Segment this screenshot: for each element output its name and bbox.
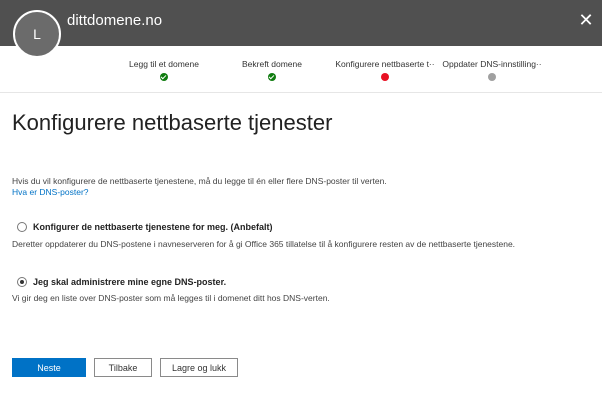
step-label: Konfigurere nettbaserte t··	[335, 59, 435, 69]
option-description: Deretter oppdaterer du DNS-postene i nav…	[12, 239, 516, 249]
intro-text: Hvis du vil konfigurere de nettbaserte t…	[12, 176, 387, 186]
option-description: Vi gir deg en liste over DNS-poster som …	[12, 293, 330, 303]
close-icon[interactable]: ✕	[576, 10, 596, 30]
check-icon	[268, 73, 276, 81]
step-configure-services: Konfigurere nettbaserte t··	[326, 59, 444, 81]
option-label: Konfigurer de nettbaserte tjenestene for…	[33, 222, 273, 232]
step-update-dns: Oppdater DNS-innstilling··	[436, 59, 548, 81]
domain-title: dittdomene.no	[67, 12, 163, 29]
save-and-close-button[interactable]: Lagre og lukk	[160, 358, 238, 377]
step-label: Bekreft domene	[241, 59, 302, 69]
top-bar: dittdomene.no ✕	[0, 0, 602, 46]
step-label: Oppdater DNS-innstilling··	[442, 59, 542, 69]
option-configure-for-me[interactable]: Konfigurer de nettbaserte tjenestene for…	[17, 222, 273, 232]
back-button[interactable]: Tilbake	[94, 358, 152, 377]
page-title: Konfigurere nettbaserte tjenester	[12, 110, 333, 135]
avatar: L	[13, 10, 61, 58]
progress-steps: Legg til et domene Bekreft domene Konfig…	[0, 46, 602, 92]
check-icon	[160, 73, 168, 81]
pending-step-dot-icon	[488, 73, 496, 81]
radio-button[interactable]	[17, 222, 27, 232]
option-label: Jeg skal administrere mine egne DNS-post…	[33, 277, 227, 287]
step-add-domain: Legg til et domene	[118, 59, 210, 81]
what-are-dns-records-link[interactable]: Hva er DNS-poster?	[12, 187, 89, 197]
step-label: Legg til et domene	[129, 59, 199, 69]
option-manage-own-dns[interactable]: Jeg skal administrere mine egne DNS-post…	[17, 277, 226, 287]
divider	[0, 92, 602, 93]
step-verify-domain: Bekreft domene	[232, 59, 312, 81]
current-step-dot-icon	[381, 73, 389, 81]
next-button[interactable]: Neste	[12, 358, 86, 377]
radio-button-selected[interactable]	[17, 277, 27, 287]
